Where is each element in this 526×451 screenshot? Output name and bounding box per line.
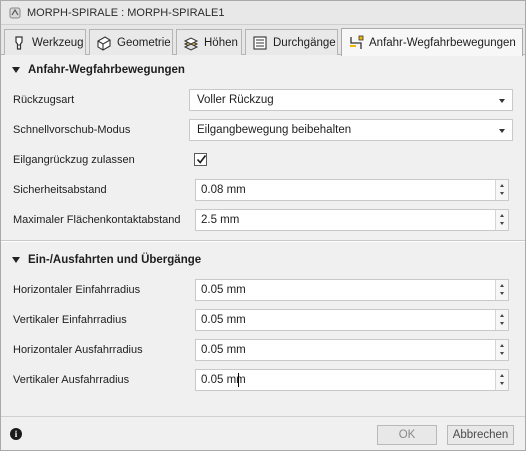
retraction-select[interactable]: Voller Rückzug — [189, 89, 513, 111]
v-lead-out-input[interactable]: 0.05 mm — [195, 369, 509, 391]
cam-operation-dialog: MORPH-SPIRALE : MORPH-SPIRALE1 Werkzeug … — [0, 0, 526, 451]
tab-hoehen[interactable]: Höhen — [176, 29, 242, 55]
safe-distance-input[interactable]: 0.08 mm — [195, 179, 509, 201]
section-header-leads[interactable]: Ein-/Ausfahrten und Übergänge — [1, 249, 525, 271]
spinner-buttons[interactable] — [495, 370, 508, 390]
retraction-value: Voller Rückzug — [197, 94, 274, 106]
v-lead-out-label: Vertikaler Ausfahrradius — [13, 374, 130, 386]
dropdown-arrow-icon[interactable] — [499, 129, 505, 133]
safe-distance-label: Sicherheitsabstand — [13, 184, 107, 196]
tab-label: Geometrie — [117, 36, 171, 49]
cancel-button[interactable]: Abbrechen — [447, 425, 514, 445]
collapse-caret-icon[interactable] — [12, 67, 20, 73]
h-lead-out-input[interactable]: 0.05 mm — [195, 339, 509, 361]
tab-label: Höhen — [204, 36, 238, 49]
operation-icon — [9, 7, 21, 19]
h-lead-out-value: 0.05 mm — [201, 344, 246, 356]
v-lead-in-label: Vertikaler Einfahrradius — [13, 314, 127, 326]
spin-down-icon[interactable] — [500, 192, 504, 195]
dialog-footer: i OK Abbrechen — [1, 416, 525, 450]
spin-up-icon[interactable] — [500, 314, 504, 317]
tab-werkzeug[interactable]: Werkzeug — [4, 29, 86, 55]
info-icon[interactable]: i — [10, 428, 22, 440]
collapse-caret-icon[interactable] — [12, 257, 20, 263]
section-header-linking[interactable]: Anfahr-Wegfahrbewegungen — [1, 59, 525, 81]
tab-geometrie[interactable]: Geometrie — [89, 29, 173, 55]
tab-panel: Anfahr-Wegfahrbewegungen Rückzugsart Vol… — [1, 56, 525, 416]
linking-icon — [350, 35, 364, 49]
h-lead-in-label: Horizontaler Einfahrradius — [13, 284, 141, 296]
rapid-mode-label: Schnellvorschub-Modus — [13, 124, 131, 136]
spin-up-icon[interactable] — [500, 344, 504, 347]
spin-down-icon[interactable] — [500, 322, 504, 325]
max-stay-down-input[interactable]: 2.5 mm — [195, 209, 509, 231]
allow-rapid-retract-checkbox[interactable] — [194, 153, 207, 166]
section-title: Anfahr-Wegfahrbewegungen — [28, 64, 185, 76]
spin-down-icon[interactable] — [500, 292, 504, 295]
section-divider — [1, 240, 525, 242]
ok-button[interactable]: OK — [377, 425, 437, 445]
tab-durchgaenge[interactable]: Durchgänge — [245, 29, 338, 55]
spinner-buttons[interactable] — [495, 340, 508, 360]
spin-up-icon[interactable] — [500, 374, 504, 377]
spin-up-icon[interactable] — [500, 184, 504, 187]
spin-up-icon[interactable] — [500, 214, 504, 217]
v-lead-in-value: 0.05 mm — [201, 314, 246, 326]
max-stay-down-value: 2.5 mm — [201, 214, 240, 226]
tab-label: Durchgänge — [273, 36, 336, 49]
rapid-mode-value: Eilgangbewegung beibehalten — [197, 124, 352, 136]
max-stay-down-label: Maximaler Flächenkontaktabstand — [13, 214, 181, 226]
spin-down-icon[interactable] — [500, 222, 504, 225]
spin-down-icon[interactable] — [500, 352, 504, 355]
spinner-buttons[interactable] — [495, 280, 508, 300]
spinner-buttons[interactable] — [495, 180, 508, 200]
text-cursor — [238, 373, 239, 387]
section-title: Ein-/Ausfahrten und Übergänge — [28, 254, 202, 266]
h-lead-in-input[interactable]: 0.05 mm — [195, 279, 509, 301]
spinner-buttons[interactable] — [495, 310, 508, 330]
v-lead-out-value: 0.05 mm — [201, 374, 246, 386]
checkmark-icon — [196, 155, 207, 164]
rapid-mode-select[interactable]: Eilgangbewegung beibehalten — [189, 119, 513, 141]
h-lead-out-label: Horizontaler Ausfahrradius — [13, 344, 143, 356]
window-title: MORPH-SPIRALE : MORPH-SPIRALE1 — [27, 7, 225, 19]
spin-down-icon[interactable] — [500, 382, 504, 385]
tab-label: Anfahr-Wegfahrbewegungen — [369, 36, 516, 49]
retraction-label: Rückzugsart — [13, 94, 75, 106]
dropdown-arrow-icon[interactable] — [499, 99, 505, 103]
tab-label: Werkzeug — [32, 36, 84, 49]
tab-bar: Werkzeug Geometrie Höhen Durchgänge Anfa… — [1, 25, 525, 56]
heights-icon — [183, 36, 199, 51]
spin-up-icon[interactable] — [500, 284, 504, 287]
safe-distance-value: 0.08 mm — [201, 184, 246, 196]
h-lead-in-value: 0.05 mm — [201, 284, 246, 296]
allow-rapid-retract-label: Eilgangrückzug zulassen — [13, 154, 135, 166]
passes-icon — [253, 35, 267, 50]
tool-icon — [15, 35, 23, 50]
geometry-icon — [97, 35, 111, 51]
v-lead-in-input[interactable]: 0.05 mm — [195, 309, 509, 331]
tab-anfahr-wegfahrbewegungen[interactable]: Anfahr-Wegfahrbewegungen — [341, 28, 523, 56]
title-bar[interactable]: MORPH-SPIRALE : MORPH-SPIRALE1 — [1, 1, 525, 25]
spinner-buttons[interactable] — [495, 210, 508, 230]
